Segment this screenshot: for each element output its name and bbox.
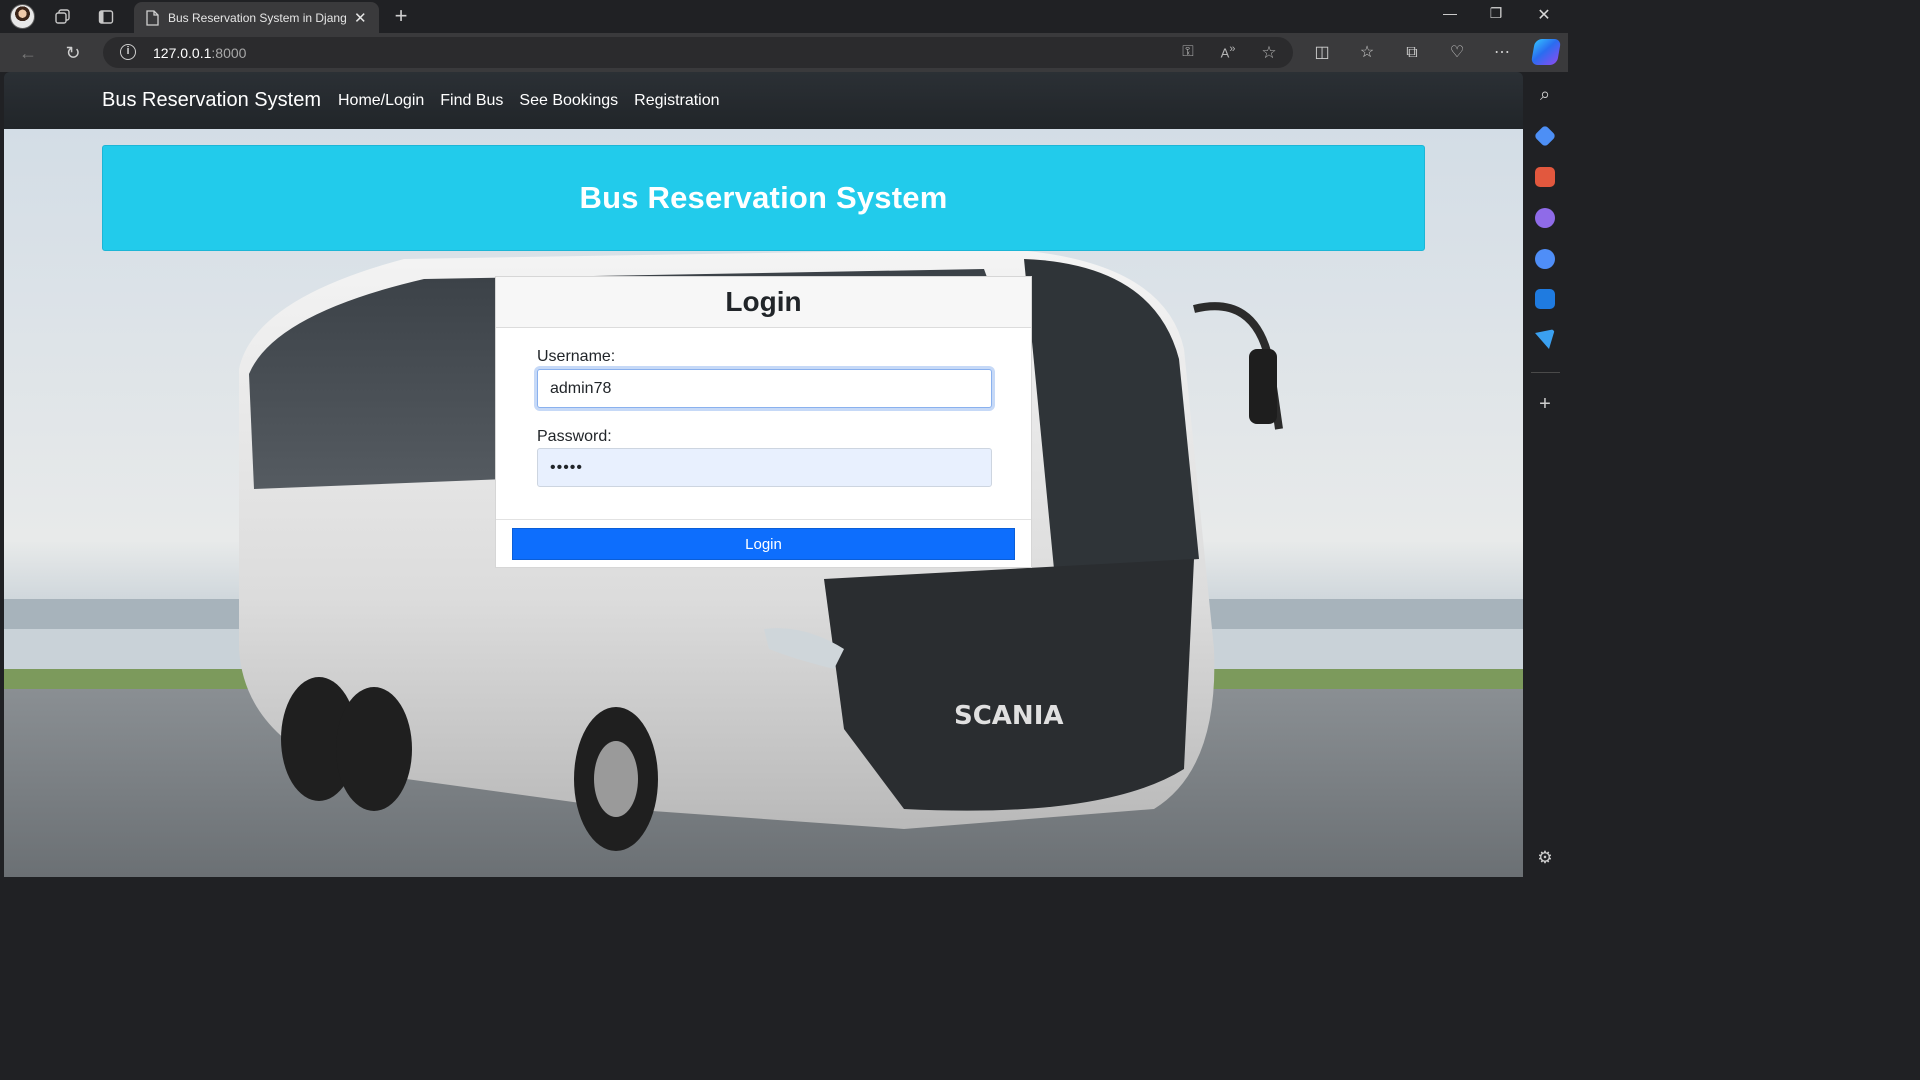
login-title: Login (725, 286, 802, 317)
search-icon[interactable]: ⌕ (1535, 84, 1555, 104)
reload-icon[interactable]: ↻ (61, 41, 85, 65)
nav-link-registration[interactable]: Registration (634, 92, 719, 110)
login-card: Login Username: admin78 Password: ••••• … (495, 276, 1032, 568)
key-icon[interactable]: ⚿ (1178, 43, 1198, 63)
navbar-links: Home/Login Find Bus See Bookings Registr… (338, 92, 720, 110)
browser-toolbar: ← ↻ i 127.0.0.1:8000 ⚿ A» ☆ ◫ ☆ ⧉ ♡ ⋯ (0, 33, 1568, 72)
games-icon[interactable] (1535, 208, 1555, 228)
username-input[interactable]: admin78 (537, 369, 992, 408)
navbar-brand[interactable]: Bus Reservation System (102, 89, 321, 112)
login-card-header: Login (496, 277, 1031, 328)
nav-link-home-login[interactable]: Home/Login (338, 92, 424, 110)
microsoft-365-icon[interactable] (1535, 249, 1555, 269)
collections-icon[interactable]: ⧉ (1400, 41, 1424, 65)
nav-link-find-bus[interactable]: Find Bus (440, 92, 503, 110)
vertical-tabs-icon[interactable] (93, 4, 119, 30)
split-screen-icon[interactable]: ◫ (1310, 41, 1334, 65)
login-form: Username: admin78 Password: ••••• (496, 328, 1031, 520)
add-sidebar-app-icon[interactable]: + (1535, 394, 1555, 414)
new-tab-icon[interactable]: + (390, 3, 412, 29)
password-label: Password: (537, 428, 612, 445)
banner-title: Bus Reservation System (579, 180, 948, 215)
browser-titlebar: Bus Reservation System in Djang ✕ + — ❐ … (0, 0, 1568, 33)
read-aloud-icon[interactable]: A» (1218, 43, 1238, 63)
bus-logo-text: SCANIA (954, 701, 1063, 731)
tools-icon[interactable] (1535, 167, 1555, 187)
outlook-icon[interactable] (1535, 289, 1555, 309)
page-banner: Bus Reservation System (102, 145, 1425, 251)
workspaces-icon[interactable] (50, 4, 76, 30)
profile-avatar[interactable] (10, 4, 35, 29)
copilot-icon[interactable] (1530, 39, 1562, 65)
more-menu-icon[interactable]: ⋯ (1490, 41, 1514, 65)
browser-essentials-icon[interactable]: ♡ (1445, 41, 1469, 65)
close-tab-icon[interactable]: ✕ (354, 9, 367, 27)
edge-sidebar: ⌕ + ⚙ (1523, 72, 1568, 882)
sidebar-settings-icon[interactable]: ⚙ (1535, 848, 1555, 868)
favorites-icon[interactable]: ☆ (1355, 41, 1379, 65)
minimize-icon[interactable]: — (1430, 5, 1470, 21)
url-text[interactable]: 127.0.0.1:8000 (153, 45, 246, 61)
nav-link-see-bookings[interactable]: See Bookings (519, 92, 618, 110)
restore-icon[interactable]: ❐ (1476, 5, 1516, 22)
back-icon[interactable]: ← (16, 41, 40, 65)
site-info-icon[interactable]: i (120, 44, 136, 60)
favorite-star-icon[interactable]: ☆ (1259, 43, 1279, 63)
username-label: Username: (537, 348, 616, 365)
password-input[interactable]: ••••• (537, 448, 992, 487)
sidebar-divider (1531, 372, 1560, 373)
login-button[interactable]: Login (512, 528, 1015, 560)
page-icon (146, 9, 159, 26)
address-bar[interactable]: i 127.0.0.1:8000 ⚿ A» ☆ (103, 37, 1293, 68)
site-navbar: Bus Reservation System Home/Login Find B… (4, 72, 1523, 129)
login-card-footer: Login (496, 521, 1031, 567)
drop-icon[interactable] (1535, 329, 1555, 349)
tab-title: Bus Reservation System in Djang (168, 10, 346, 25)
page-viewport: Bus Reservation System Home/Login Find B… (4, 72, 1523, 877)
browser-tab[interactable]: Bus Reservation System in Djang ✕ (134, 2, 379, 33)
shopping-tag-icon[interactable] (1533, 124, 1557, 148)
close-window-icon[interactable]: ✕ (1524, 5, 1564, 25)
